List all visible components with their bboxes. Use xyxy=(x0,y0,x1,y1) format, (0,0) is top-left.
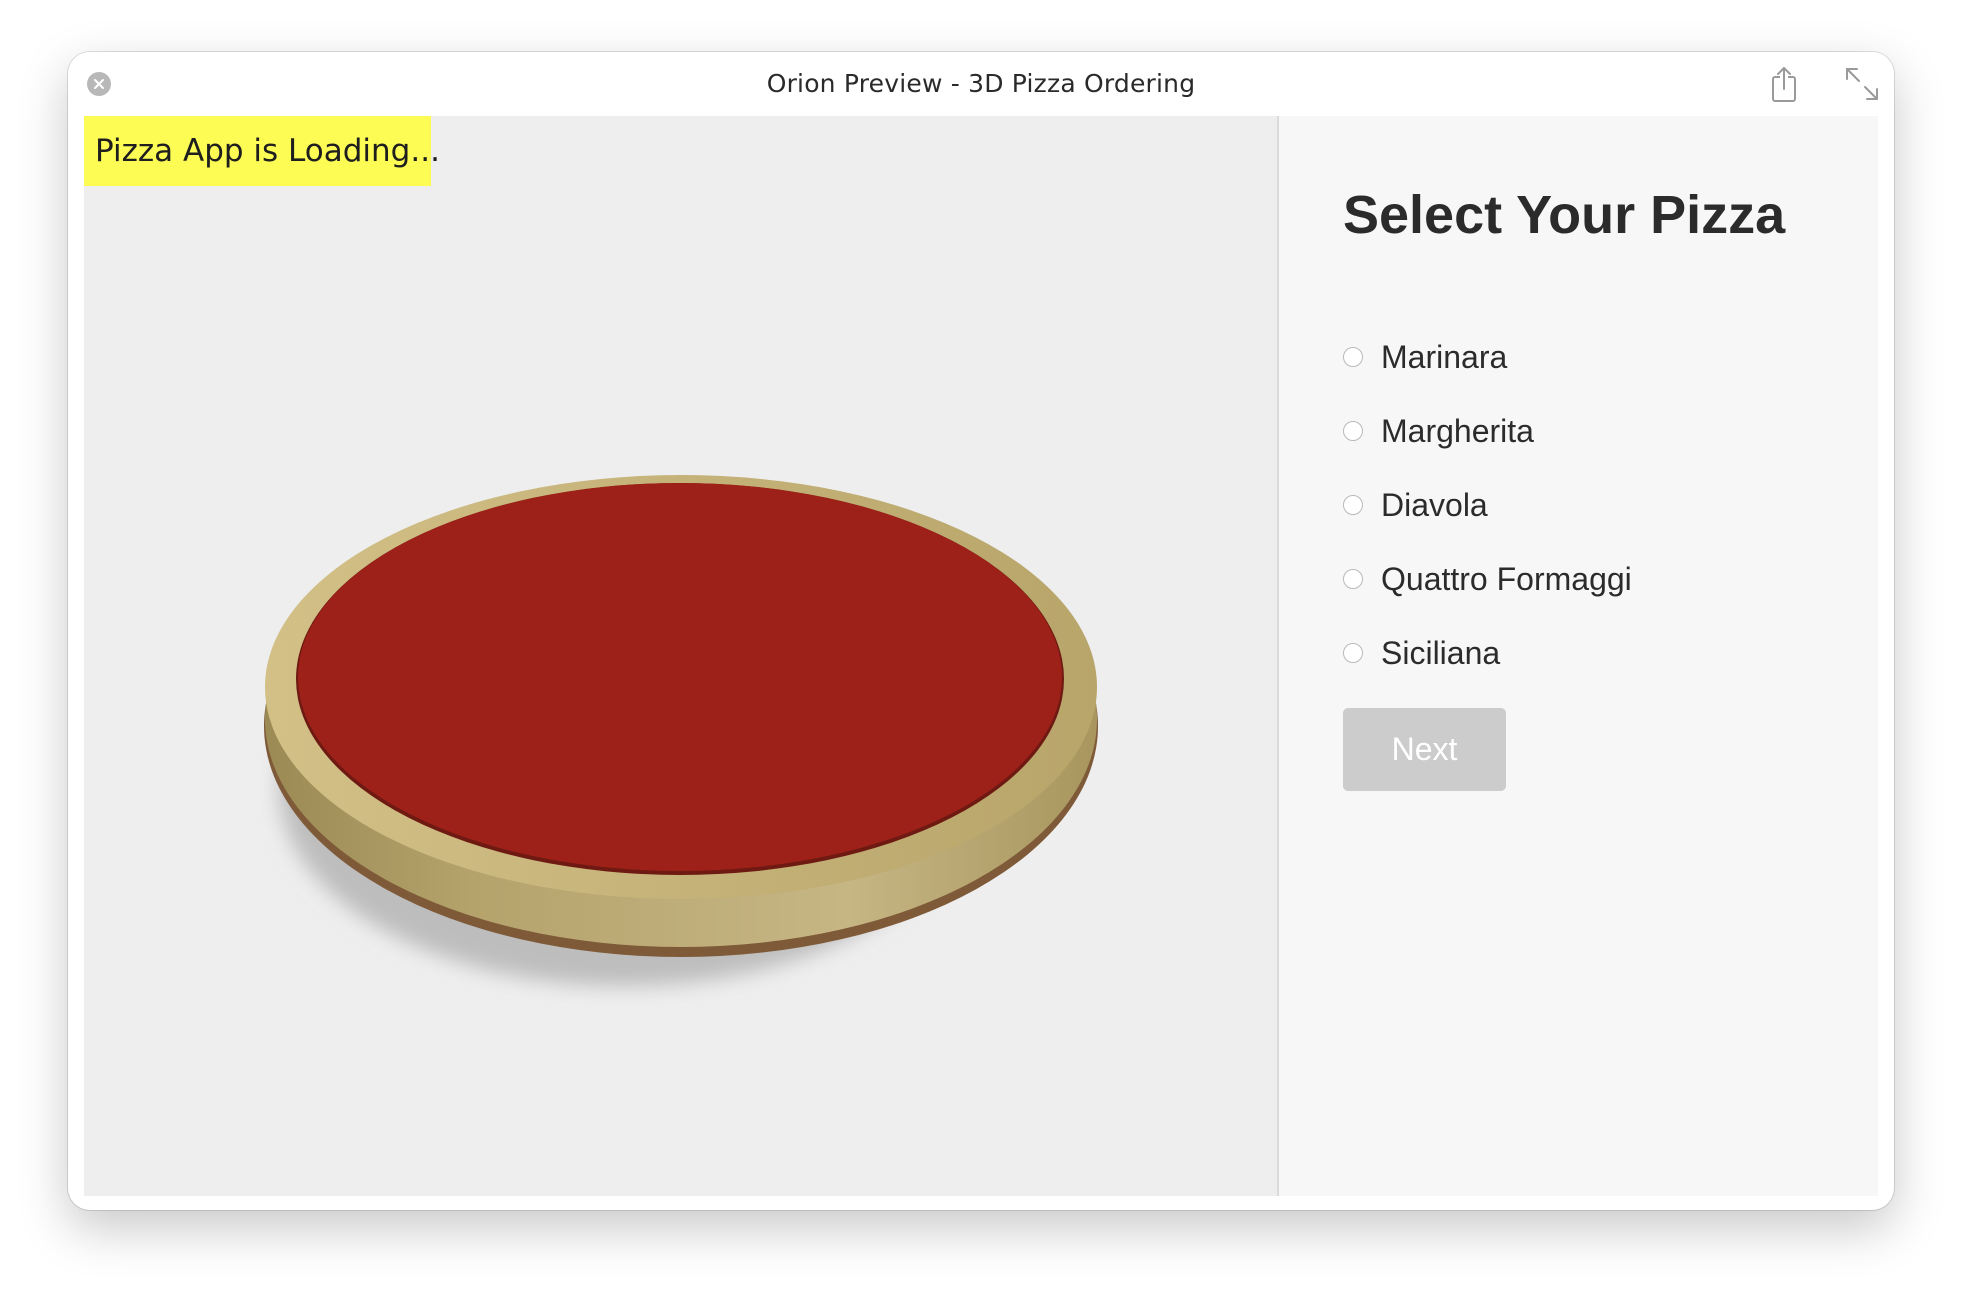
radio-button[interactable] xyxy=(1343,495,1363,515)
content-area: Pizza App is Loading... Select Your Pizz… xyxy=(84,116,1878,1196)
app-window: Orion Preview - 3D Pizza Ordering Pizza … xyxy=(68,52,1894,1210)
option-diavola[interactable]: Diavola xyxy=(1343,480,1488,530)
option-siciliana[interactable]: Siciliana xyxy=(1343,628,1500,678)
pizza-selection-panel: Select Your Pizza Marinara Margherita Di… xyxy=(1279,116,1878,1196)
pizza-3d-viewport[interactable]: Pizza App is Loading... xyxy=(84,116,1279,1196)
title-bar: Orion Preview - 3D Pizza Ordering xyxy=(68,52,1894,116)
next-button[interactable]: Next xyxy=(1343,708,1506,791)
option-margherita[interactable]: Margherita xyxy=(1343,406,1534,456)
window-title: Orion Preview - 3D Pizza Ordering xyxy=(766,69,1196,98)
share-icon xyxy=(1772,67,1796,102)
option-label: Marinara xyxy=(1381,338,1508,375)
option-quattro-formaggi[interactable]: Quattro Formaggi xyxy=(1343,554,1632,604)
option-label: Quattro Formaggi xyxy=(1381,560,1632,597)
option-label: Margherita xyxy=(1381,412,1534,449)
option-marinara[interactable]: Marinara xyxy=(1343,332,1507,382)
panel-heading: Select Your Pizza xyxy=(1343,185,1786,245)
loading-banner: Pizza App is Loading... xyxy=(84,116,440,186)
expand-button[interactable] xyxy=(1842,64,1882,104)
radio-button[interactable] xyxy=(1343,347,1363,367)
option-label: Siciliana xyxy=(1381,634,1501,671)
radio-button[interactable] xyxy=(1343,421,1363,441)
share-button[interactable] xyxy=(1764,64,1804,104)
expand-icon xyxy=(1846,68,1878,100)
option-label: Diavola xyxy=(1381,486,1488,523)
pizza-3d-model xyxy=(264,475,1098,986)
radio-button[interactable] xyxy=(1343,643,1363,663)
pizza-sauce xyxy=(298,483,1062,871)
radio-button[interactable] xyxy=(1343,569,1363,589)
